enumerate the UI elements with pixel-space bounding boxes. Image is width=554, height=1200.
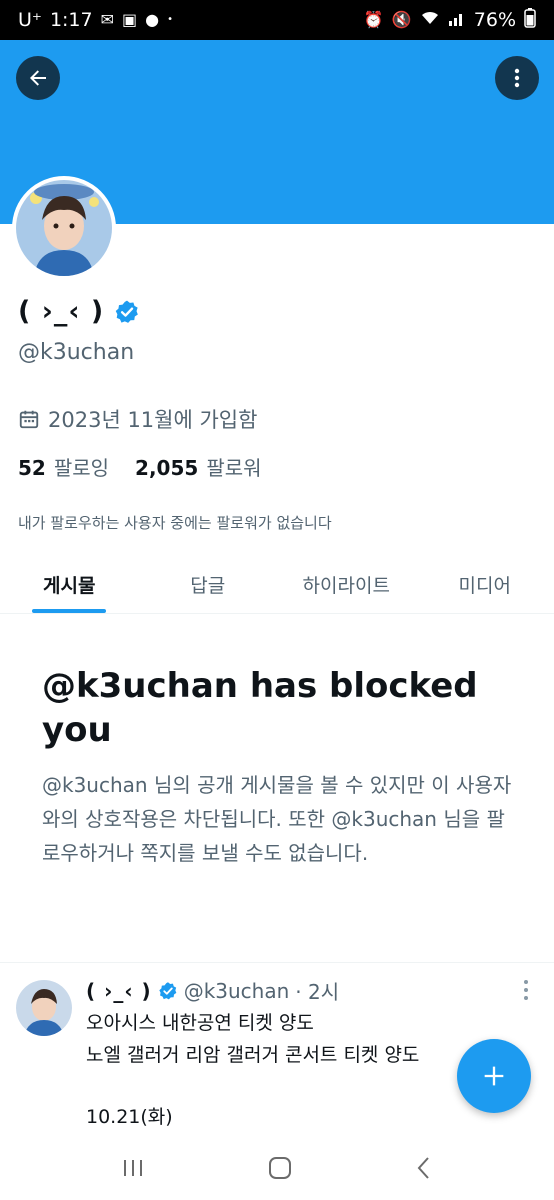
tweet-more-button[interactable] [520,980,532,1000]
tweet-text-line-3: 10.21(화) [86,1106,173,1128]
back-button[interactable] [16,56,60,100]
no-mutual-followers-note: 내가 팔로우하는 사용자 중에는 팔로워가 없습니다 [18,514,332,532]
system-nav-bar [0,1140,554,1200]
chevron-left-icon [417,1157,429,1179]
tab-highlights[interactable]: 하이라이트 [277,556,416,613]
profile-handle: @k3uchan [18,340,135,365]
signal-icon [448,9,466,31]
carrier-label: U⁺ [18,9,42,31]
status-bar: U⁺ 1:17 ✉ ▣ ● • ⏰ 🔇 76% [0,0,554,40]
dot-icon [524,980,528,984]
divider [0,962,554,963]
plus-icon [484,1066,504,1086]
following-link[interactable]: 52 팔로잉 [18,452,109,481]
following-label: 팔로잉 [53,456,110,480]
alarm-icon: ⏰ [363,10,384,29]
followers-link[interactable]: 2,055 팔로워 [135,452,261,481]
system-back-button[interactable] [415,1155,433,1185]
joined-text: 2023년 11월에 가입함 [48,408,258,432]
tweet-header: ( ›_‹ ) @k3uchan · 2시 [86,976,506,1005]
dot-icon: • [167,14,174,25]
mail-icon: ✉ [100,10,115,29]
followers-count: 2,055 [135,456,199,480]
blocked-title: @k3uchan has blocked you [42,666,478,750]
home-icon [269,1157,291,1179]
dot-icon [524,988,528,992]
recent-apps-icon [124,1160,142,1176]
tweet-author-name[interactable]: ( ›_‹ ) [86,979,152,1003]
tweet-text-line-2: 노엘 갤러거 리암 갤러거 콘서트 티켓 양도 [86,1044,420,1066]
tab-posts[interactable]: 게시물 [0,556,139,613]
tweet-avatar[interactable] [16,980,72,1036]
verified-badge-icon [115,300,139,323]
tweet-text-line-1: 오아시스 내한공연 티켓 양도 [86,1012,314,1034]
compose-button[interactable] [457,1039,531,1113]
dot-icon [524,996,528,1000]
profile-avatar[interactable] [12,176,116,280]
mute-icon: 🔇 [391,10,412,29]
gallery-icon: ▣ [122,10,138,29]
tweet-author-handle[interactable]: @k3uchan [184,979,290,1003]
following-count: 52 [18,456,46,480]
chat-icon: ● [145,10,160,29]
verified-badge-icon [159,981,177,999]
joined-date: 2023년 11월에 가입함 [18,404,257,434]
follow-stats: 52 팔로잉 2,055 팔로워 [18,452,262,481]
avatar-image [16,180,112,276]
tab-media[interactable]: 미디어 [416,556,554,613]
tweet-time: · 2시 [295,980,340,1004]
profile-name-row: ( ›_‹ ) [18,296,140,327]
blocked-description: @k3uchan 님의 공개 게시물을 볼 수 있지만 이 사용자와의 상호작용… [42,773,512,865]
profile-tabs: 게시물 답글 하이라이트 미디어 [0,556,554,614]
clock: 1:17 [49,9,93,31]
more-vertical-icon [514,68,520,88]
wifi-icon [420,9,440,31]
battery-icon [524,7,536,33]
followers-label: 팔로워 [206,456,262,480]
calendar-icon [19,410,39,429]
battery-level: 76% [473,9,516,31]
tab-replies[interactable]: 답글 [139,556,278,613]
arrow-left-icon [30,70,46,86]
display-name: ( ›_‹ ) [18,296,105,327]
more-options-button[interactable] [495,56,539,100]
home-button[interactable] [267,1155,293,1185]
recent-apps-button[interactable] [121,1157,145,1183]
